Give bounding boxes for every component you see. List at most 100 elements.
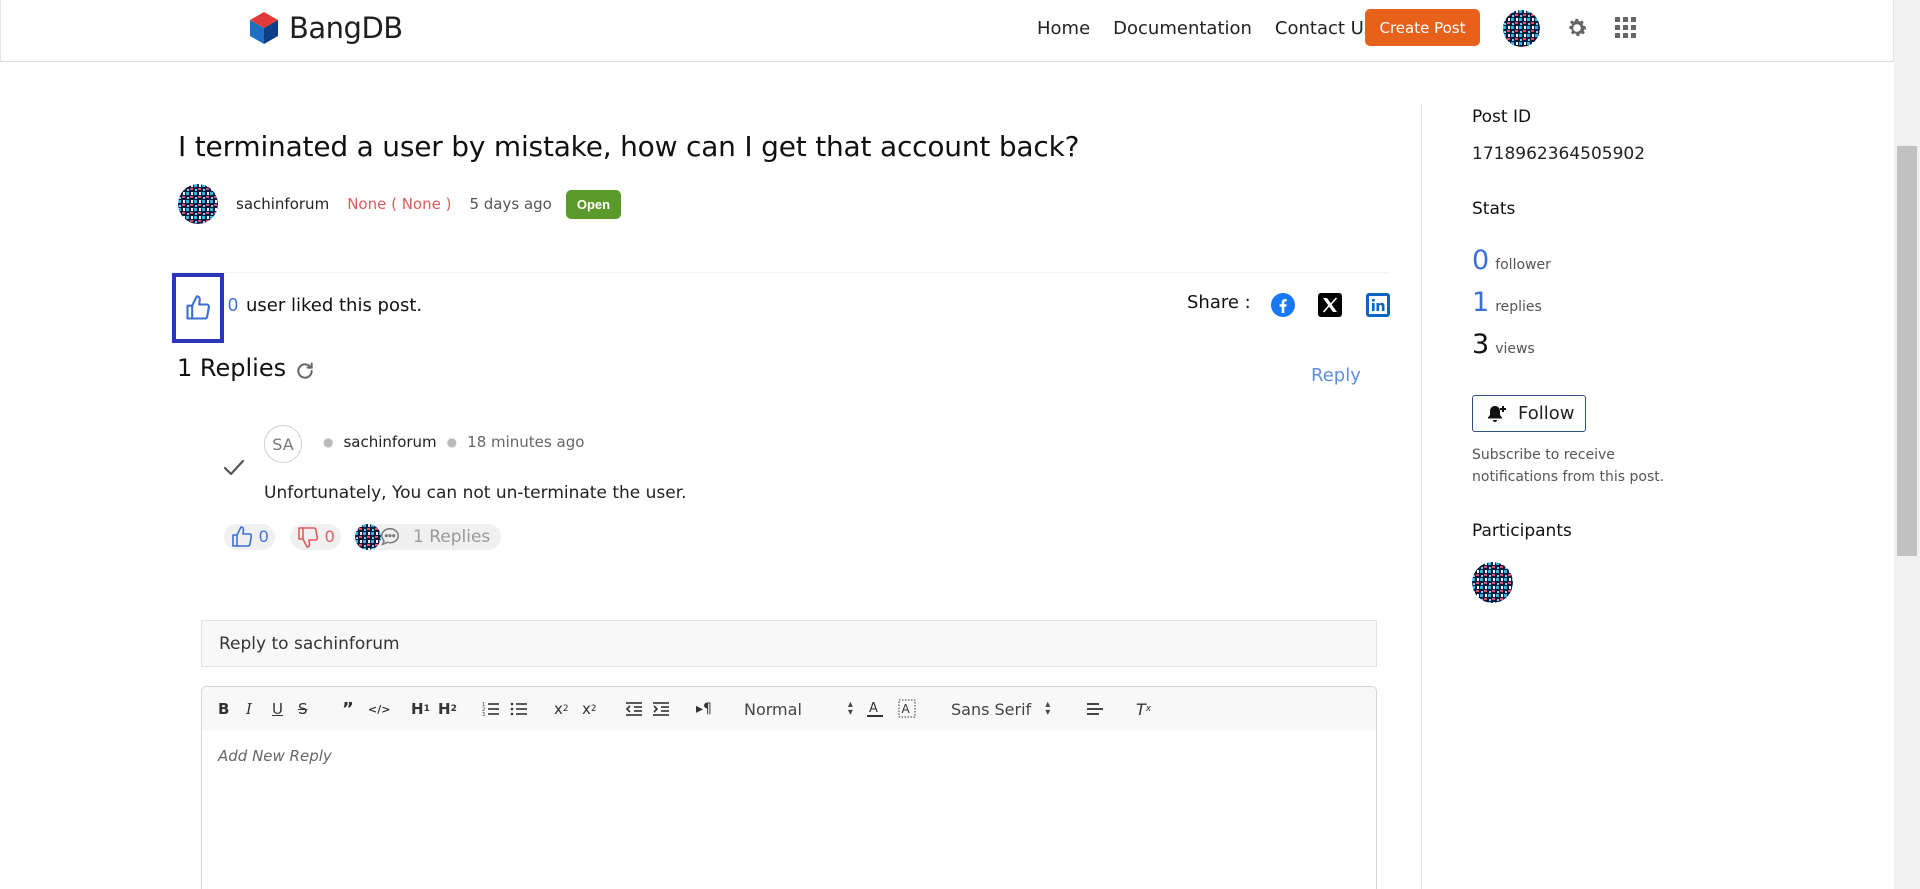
reply-like-count: 0 <box>259 527 269 546</box>
reply-like-button[interactable]: 0 <box>224 524 275 550</box>
main-nav: Home Documentation Contact Us <box>1037 0 1396 56</box>
replies-label: replies <box>1495 299 1542 315</box>
reply-dislike-button[interactable]: 0 <box>290 524 341 550</box>
reply-editor[interactable] <box>201 731 1377 889</box>
ordered-list-icon[interactable]: 123 <box>482 698 500 720</box>
svg-text:A: A <box>869 701 878 716</box>
text-color-icon[interactable]: A <box>866 698 884 720</box>
linkedin-icon[interactable] <box>1366 293 1390 317</box>
reply-dislike-count: 0 <box>325 527 335 546</box>
strike-button[interactable]: S <box>298 698 308 720</box>
reply-replies-button[interactable]: 1 Replies <box>353 524 501 550</box>
stat-replies: 1 replies <box>1472 287 1542 318</box>
bell-plus-icon <box>1488 405 1506 422</box>
thumbs-down-icon <box>298 527 319 548</box>
indent-icon[interactable] <box>652 698 670 720</box>
bullet-list-icon[interactable] <box>510 698 528 720</box>
reply-replies-label: 1 Replies <box>413 527 491 547</box>
x-twitter-icon[interactable] <box>1318 293 1342 317</box>
svg-text:A: A <box>902 702 911 716</box>
header-select[interactable]: Normal ▴ ▾ <box>744 698 853 720</box>
reply-link[interactable]: Reply <box>1311 365 1361 386</box>
participant-avatar[interactable] <box>1472 562 1513 603</box>
avatar-image <box>1503 10 1540 47</box>
comment-icon <box>381 528 399 546</box>
separator-dot: ● <box>446 435 458 449</box>
views-label: views <box>1495 341 1535 357</box>
follow-button-label: Follow <box>1518 403 1575 424</box>
views-count: 3 <box>1472 329 1490 360</box>
svg-text:3: 3 <box>482 712 485 718</box>
clear-format-button[interactable]: Tx <box>1136 698 1151 720</box>
superscript-button[interactable]: x2 <box>582 698 597 720</box>
bold-button[interactable]: B <box>218 698 229 720</box>
stat-views: 3 views <box>1472 329 1535 360</box>
post-like-text: user liked this post. <box>246 295 423 316</box>
logo-text: BangDB <box>289 11 403 45</box>
italic-button[interactable]: I <box>246 698 252 720</box>
bangdb-cube-icon <box>250 12 278 44</box>
stat-followers: 0 follower <box>1472 245 1551 276</box>
post-title: I terminated a user by mistake, how can … <box>178 130 1080 163</box>
participant-mini-avatar <box>355 524 381 550</box>
reply-avatar: SA <box>264 425 302 463</box>
refresh-icon[interactable] <box>295 361 315 381</box>
nav-home[interactable]: Home <box>1037 18 1090 39</box>
subscribe-text: Subscribe to receive notifications from … <box>1472 447 1665 485</box>
check-icon[interactable] <box>223 458 245 478</box>
reply-editor-placeholder: Add New Reply <box>218 747 332 765</box>
select-caret-icon: ▴ ▾ <box>1045 699 1051 718</box>
sidebar-divider <box>1421 104 1422 889</box>
thumbs-up-icon <box>232 526 253 547</box>
blockquote-button[interactable]: ” <box>342 698 354 720</box>
font-select-value: Sans Serif <box>951 699 1032 719</box>
gear-icon[interactable] <box>1565 16 1589 40</box>
text-direction-button[interactable]: ▸¶ <box>696 698 712 720</box>
replies-count: 1 <box>1472 287 1490 318</box>
avatar-image <box>178 184 218 224</box>
reply-body: Unfortunately, You can not un-terminate … <box>264 483 687 503</box>
follow-button[interactable]: Follow <box>1472 395 1586 432</box>
avatar-image <box>1472 562 1513 603</box>
background-color-icon[interactable]: A <box>898 698 916 720</box>
heading1-button[interactable]: H1 <box>411 698 430 720</box>
nav-documentation[interactable]: Documentation <box>1113 18 1252 39</box>
align-icon[interactable] <box>1086 698 1104 720</box>
user-avatar[interactable] <box>1503 10 1540 47</box>
reply-to-header: Reply to sachinforum <box>201 620 1377 667</box>
select-caret-icon: ▴ ▾ <box>847 699 853 718</box>
participants-label: Participants <box>1472 521 1572 541</box>
header-select-value: Normal <box>744 699 802 719</box>
underline-button[interactable]: U <box>272 698 283 720</box>
post-meta: sachinforum None ( None ) 5 days ago Ope… <box>178 184 622 224</box>
stats-label: Stats <box>1472 199 1516 219</box>
author-avatar[interactable] <box>178 184 218 224</box>
status-badge: Open <box>565 189 622 219</box>
font-select[interactable]: Sans Serif ▴ ▾ <box>951 698 1050 720</box>
scrollbar-thumb[interactable] <box>1897 146 1917 556</box>
apps-grid-icon[interactable] <box>1615 17 1637 39</box>
outdent-icon[interactable] <box>625 698 643 720</box>
code-block-button[interactable]: </> <box>368 698 390 720</box>
top-header: BangDB Home Documentation Contact Us Cre… <box>0 0 1894 62</box>
post-id-value: 1718962364505902 <box>1472 144 1646 164</box>
post-like-count: 0 <box>228 295 239 315</box>
reply-author[interactable]: sachinforum <box>343 433 436 451</box>
nav-contact-us[interactable]: Contact Us <box>1275 18 1373 39</box>
author-role: None ( None ) <box>347 195 452 213</box>
followers-label: follower <box>1495 257 1551 273</box>
reply-meta: ● sachinforum ● 18 minutes ago <box>313 433 584 451</box>
like-button[interactable] <box>172 273 224 343</box>
reply-time: 18 minutes ago <box>467 433 585 451</box>
heading2-button[interactable]: H2 <box>438 698 457 720</box>
facebook-icon[interactable] <box>1271 293 1295 317</box>
subscript-button[interactable]: x2 <box>554 698 569 720</box>
post-id-label: Post ID <box>1472 107 1532 127</box>
avatar-image <box>355 524 381 550</box>
thumbs-up-icon <box>186 295 210 320</box>
replies-heading: 1 Replies <box>177 354 287 382</box>
bangdb-logo[interactable]: BangDB <box>245 9 403 47</box>
post-author[interactable]: sachinforum <box>236 195 329 213</box>
create-post-button[interactable]: Create Post <box>1365 9 1480 46</box>
share-label: Share : <box>1187 292 1251 313</box>
